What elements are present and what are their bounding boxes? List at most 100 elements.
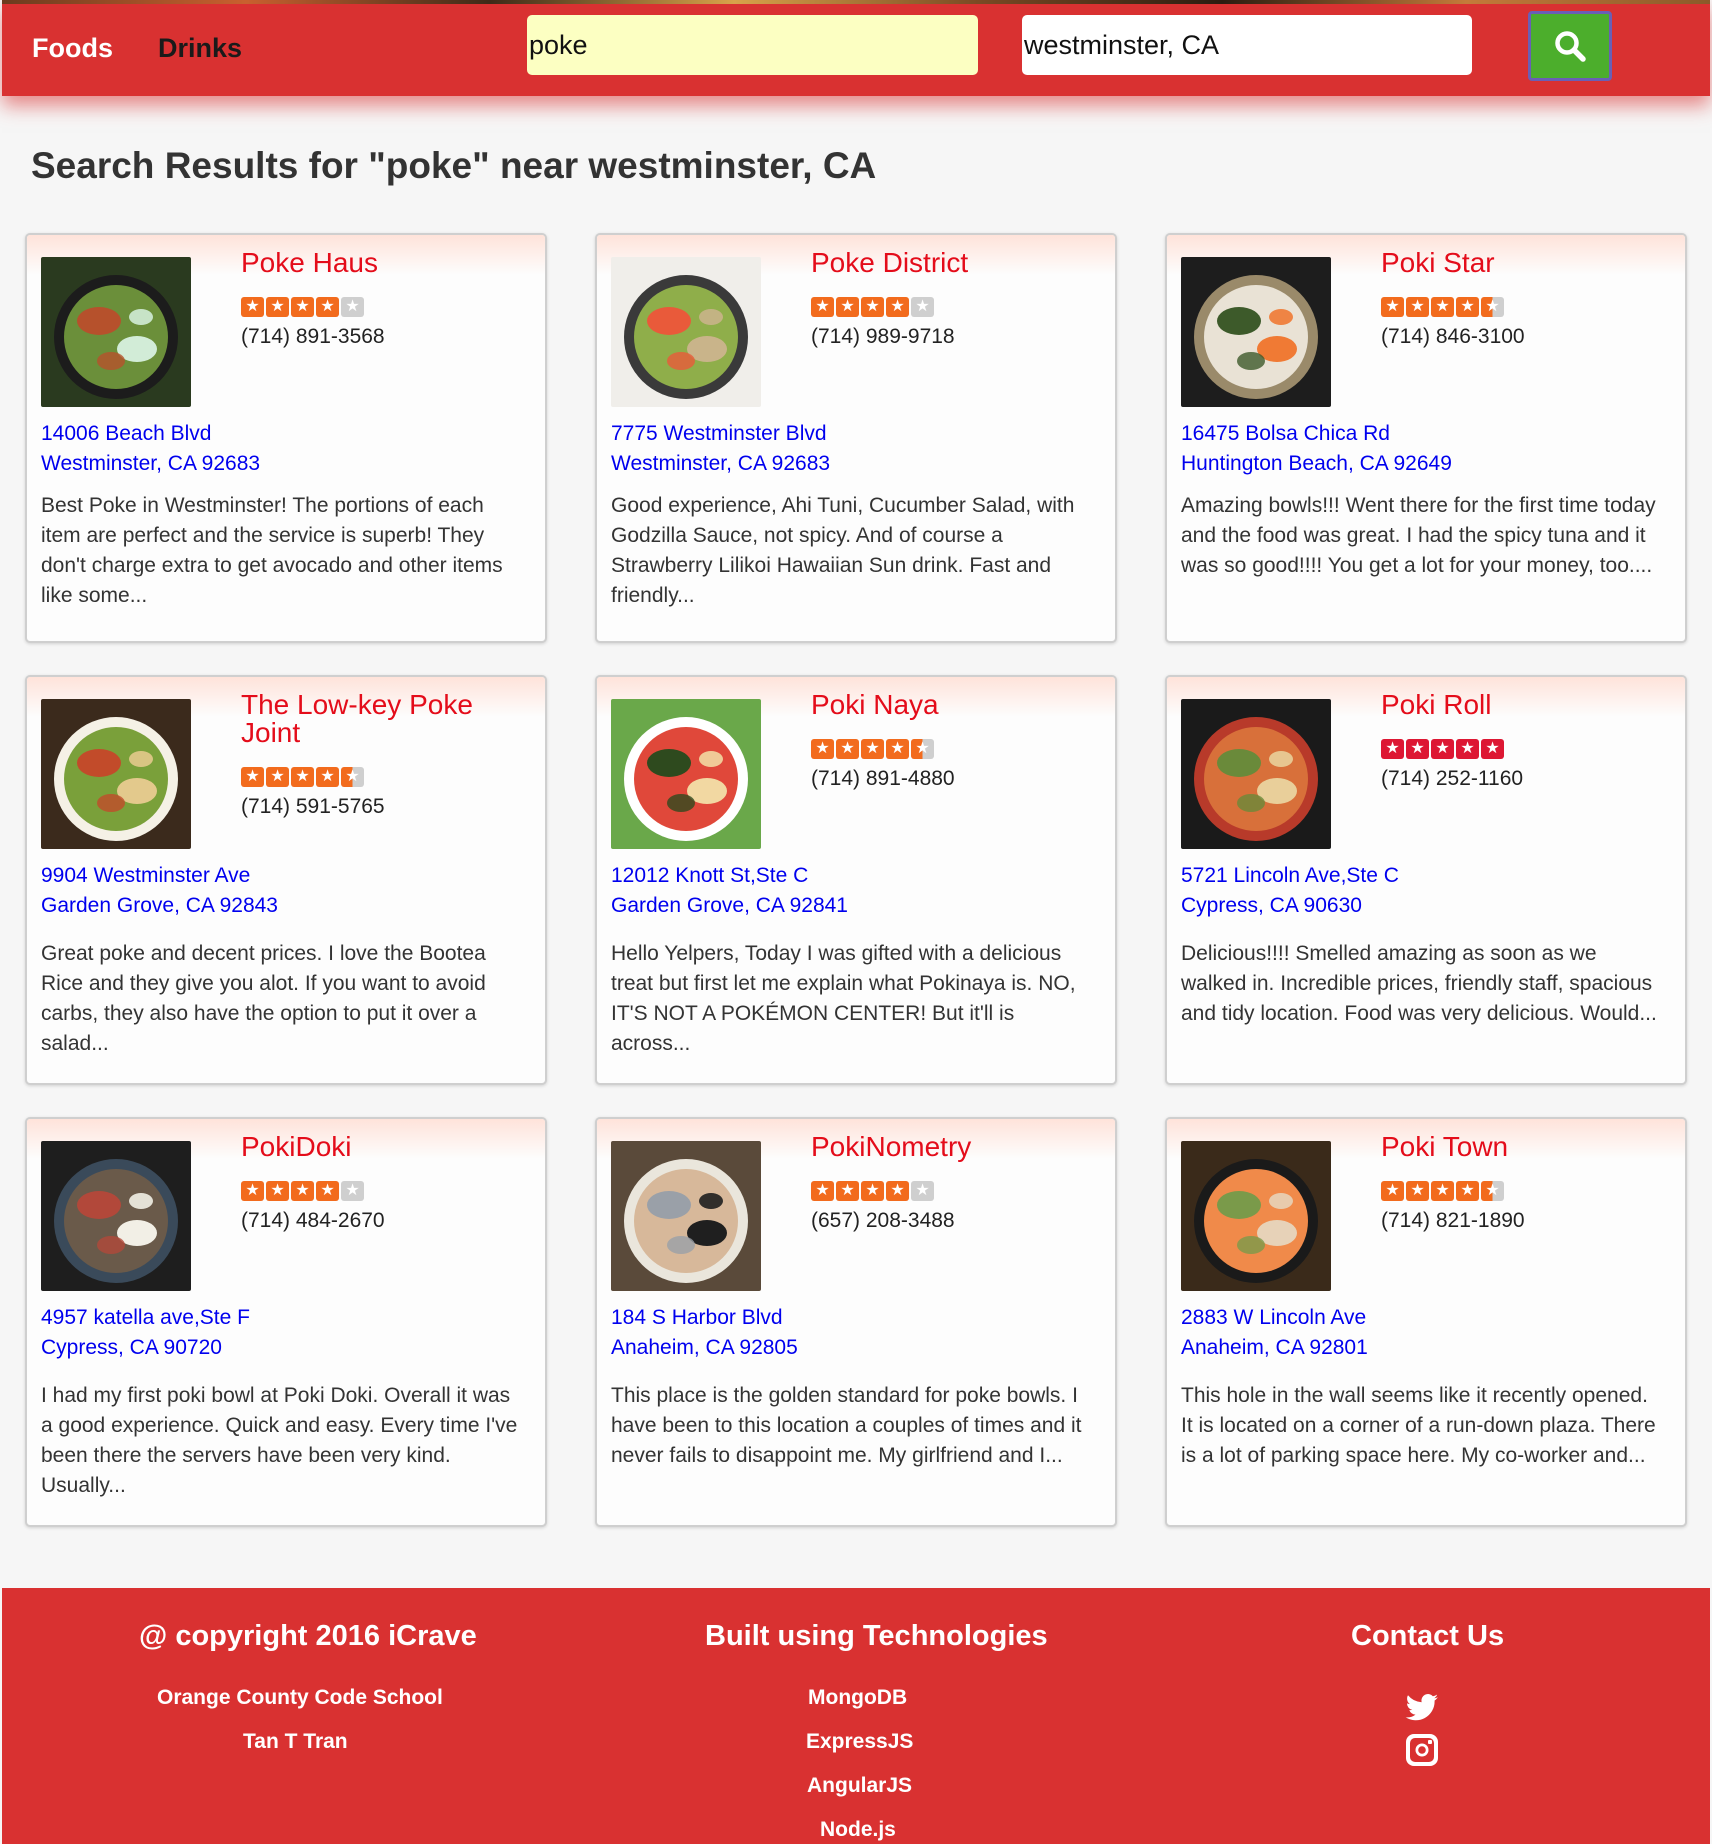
address-line-2: Garden Grove, CA 92841 [611, 894, 848, 917]
star-icon: ★ [1481, 297, 1504, 317]
restaurant-photo[interactable] [1181, 1141, 1331, 1291]
footer-copyright: @ copyright 2016 iCrave [139, 1620, 477, 1652]
review-snippet: Best Poke in Westminster! The portions o… [41, 494, 503, 607]
restaurant-photo[interactable] [1181, 699, 1331, 849]
restaurant-address-link[interactable]: 184 S Harbor Blvd Anaheim, CA 92805 [611, 1303, 798, 1363]
star-icon: ★ [291, 297, 314, 317]
restaurant-name-link[interactable]: PokiNometry [811, 1133, 1101, 1161]
result-card: The Low-key Poke Joint ★ ★ ★ ★ ★ (714) 591-576… [25, 675, 547, 1085]
address-line-1: 9904 Westminster Ave [41, 864, 251, 887]
restaurant-name-link[interactable]: PokiDoki [241, 1133, 531, 1161]
restaurant-phone: (714) 484-2670 [241, 1209, 385, 1232]
address-line-2: Cypress, CA 90630 [1181, 894, 1362, 917]
restaurant-phone: (714) 846-3100 [1381, 325, 1525, 348]
star-icon: ★ [811, 739, 834, 759]
restaurant-address-link[interactable]: 12012 Knott St,Ste C Garden Grove, CA 928… [611, 861, 848, 921]
star-icon: ★ [241, 767, 264, 787]
search-location-input[interactable] [1022, 15, 1472, 75]
address-line-2: Garden Grove, CA 92843 [41, 894, 278, 917]
restaurant-address-link[interactable]: 16475 Bolsa Chica Rd Huntington Beach, CA… [1181, 419, 1452, 479]
top-navbar: Foods Drinks [2, 0, 1710, 96]
address-line-2: Anaheim, CA 92805 [611, 1336, 798, 1359]
star-rating: ★ ★ ★ ★ ★ [1381, 1181, 1504, 1201]
address-line-1: 5721 Lincoln Ave,Ste C [1181, 864, 1399, 887]
star-icon: ★ [1381, 297, 1404, 317]
instagram-icon[interactable] [1404, 1732, 1440, 1768]
star-icon: ★ [1431, 297, 1454, 317]
star-icon: ★ [1406, 1181, 1429, 1201]
restaurant-photo[interactable] [611, 1141, 761, 1291]
restaurant-address-link[interactable]: 5721 Lincoln Ave,Ste C Cypress, CA 90630 [1181, 861, 1399, 921]
star-icon: ★ [341, 297, 364, 317]
star-icon: ★ [241, 297, 264, 317]
review-snippet: Delicious!!!! Smelled amazing as soon as… [1181, 942, 1657, 1025]
restaurant-photo[interactable] [611, 699, 761, 849]
footer-school: Orange County Code School [157, 1686, 443, 1709]
tech-item: Node.js [820, 1818, 896, 1841]
star-icon: ★ [861, 739, 884, 759]
star-rating: ★ ★ ★ ★ ★ [811, 297, 934, 317]
tech-item: ExpressJS [806, 1730, 914, 1753]
star-icon: ★ [291, 1181, 314, 1201]
footer-contact-heading: Contact Us [1351, 1620, 1505, 1652]
address-line-1: 12012 Knott St,Ste C [611, 864, 809, 887]
restaurant-name-link[interactable]: The Low-key Poke Joint [241, 691, 531, 747]
restaurant-address-link[interactable]: 4957 katella ave,Ste F Cypress, CA 90720 [41, 1303, 250, 1363]
star-icon: ★ [836, 297, 859, 317]
search-icon [1555, 31, 1586, 62]
review-snippet: Good experience, Ahi Tuni, Cucumber Sala… [611, 494, 1075, 607]
restaurant-address-link[interactable]: 2883 W Lincoln Ave Anaheim, CA 92801 [1181, 1303, 1368, 1363]
star-icon: ★ [341, 1181, 364, 1201]
restaurant-name-link[interactable]: Poki Town [1381, 1133, 1671, 1161]
search-button[interactable] [1528, 11, 1612, 81]
address-line-1: 16475 Bolsa Chica Rd [1181, 422, 1390, 445]
restaurant-name-link[interactable]: Poke District [811, 249, 1101, 277]
restaurant-name-link[interactable]: Poke Haus [241, 249, 531, 277]
star-icon: ★ [1456, 297, 1479, 317]
nav-foods-link[interactable]: Foods [32, 33, 113, 64]
star-icon: ★ [911, 1181, 934, 1201]
star-icon: ★ [1481, 1181, 1504, 1201]
star-icon: ★ [1406, 297, 1429, 317]
star-icon: ★ [886, 297, 909, 317]
star-rating: ★ ★ ★ ★ ★ [241, 297, 364, 317]
restaurant-photo[interactable] [41, 257, 191, 407]
tech-item: MongoDB [808, 1686, 908, 1709]
restaurant-name-link[interactable]: Poki Star [1381, 249, 1671, 277]
restaurant-photo[interactable] [41, 699, 191, 849]
star-rating: ★ ★ ★ ★ ★ [811, 1181, 934, 1201]
restaurant-address-link[interactable]: 14006 Beach Blvd Westminster, CA 92683 [41, 419, 260, 479]
star-icon: ★ [836, 739, 859, 759]
star-icon: ★ [266, 767, 289, 787]
address-line-1: 7775 Westminster Blvd [611, 422, 827, 445]
restaurant-phone: (714) 252-1160 [1381, 767, 1524, 790]
search-term-input[interactable] [527, 15, 978, 75]
twitter-icon[interactable] [1404, 1690, 1440, 1726]
review-snippet: Amazing bowls!!! Went there for the firs… [1181, 494, 1656, 577]
restaurant-photo[interactable] [611, 257, 761, 407]
restaurant-name-link[interactable]: Poki Roll [1381, 691, 1671, 719]
restaurant-phone: (714) 989-9718 [811, 325, 955, 348]
star-icon: ★ [316, 767, 339, 787]
restaurant-photo[interactable] [41, 1141, 191, 1291]
footer-author: Tan T Tran [243, 1730, 348, 1753]
review-snippet: I had my first poki bowl at Poki Doki. O… [41, 1384, 518, 1497]
restaurant-address-link[interactable]: 7775 Westminster Blvd Westminster, CA 926… [611, 419, 830, 479]
star-icon: ★ [266, 1181, 289, 1201]
star-rating: ★ ★ ★ ★ ★ [241, 767, 364, 787]
star-icon: ★ [836, 1181, 859, 1201]
restaurant-photo[interactable] [1181, 257, 1331, 407]
page-title: Search Results for "poke" near westminst… [31, 145, 877, 186]
result-card: PokiNometry ★ ★ ★ ★ ★ (657) 208-3488 184 S Harb… [595, 1117, 1117, 1527]
restaurant-name-link[interactable]: Poki Naya [811, 691, 1101, 719]
footer: @ copyright 2016 iCrave Orange County Co… [2, 1588, 1710, 1844]
restaurant-address-link[interactable]: 9904 Westminster Ave Garden Grove, CA 928… [41, 861, 278, 921]
nav-drinks-link[interactable]: Drinks [158, 33, 242, 64]
restaurant-phone: (714) 591-5765 [241, 795, 385, 818]
star-icon: ★ [341, 767, 364, 787]
review-snippet: This place is the golden standard for po… [611, 1384, 1082, 1467]
star-rating: ★ ★ ★ ★ ★ [811, 739, 934, 759]
header-photo-strip [2, 0, 1710, 4]
star-rating: ★ ★ ★ ★ ★ [1381, 297, 1504, 317]
result-card: Poki Star ★ ★ ★ ★ ★ (714) 846-3100 16475 Bolsa … [1165, 233, 1687, 643]
